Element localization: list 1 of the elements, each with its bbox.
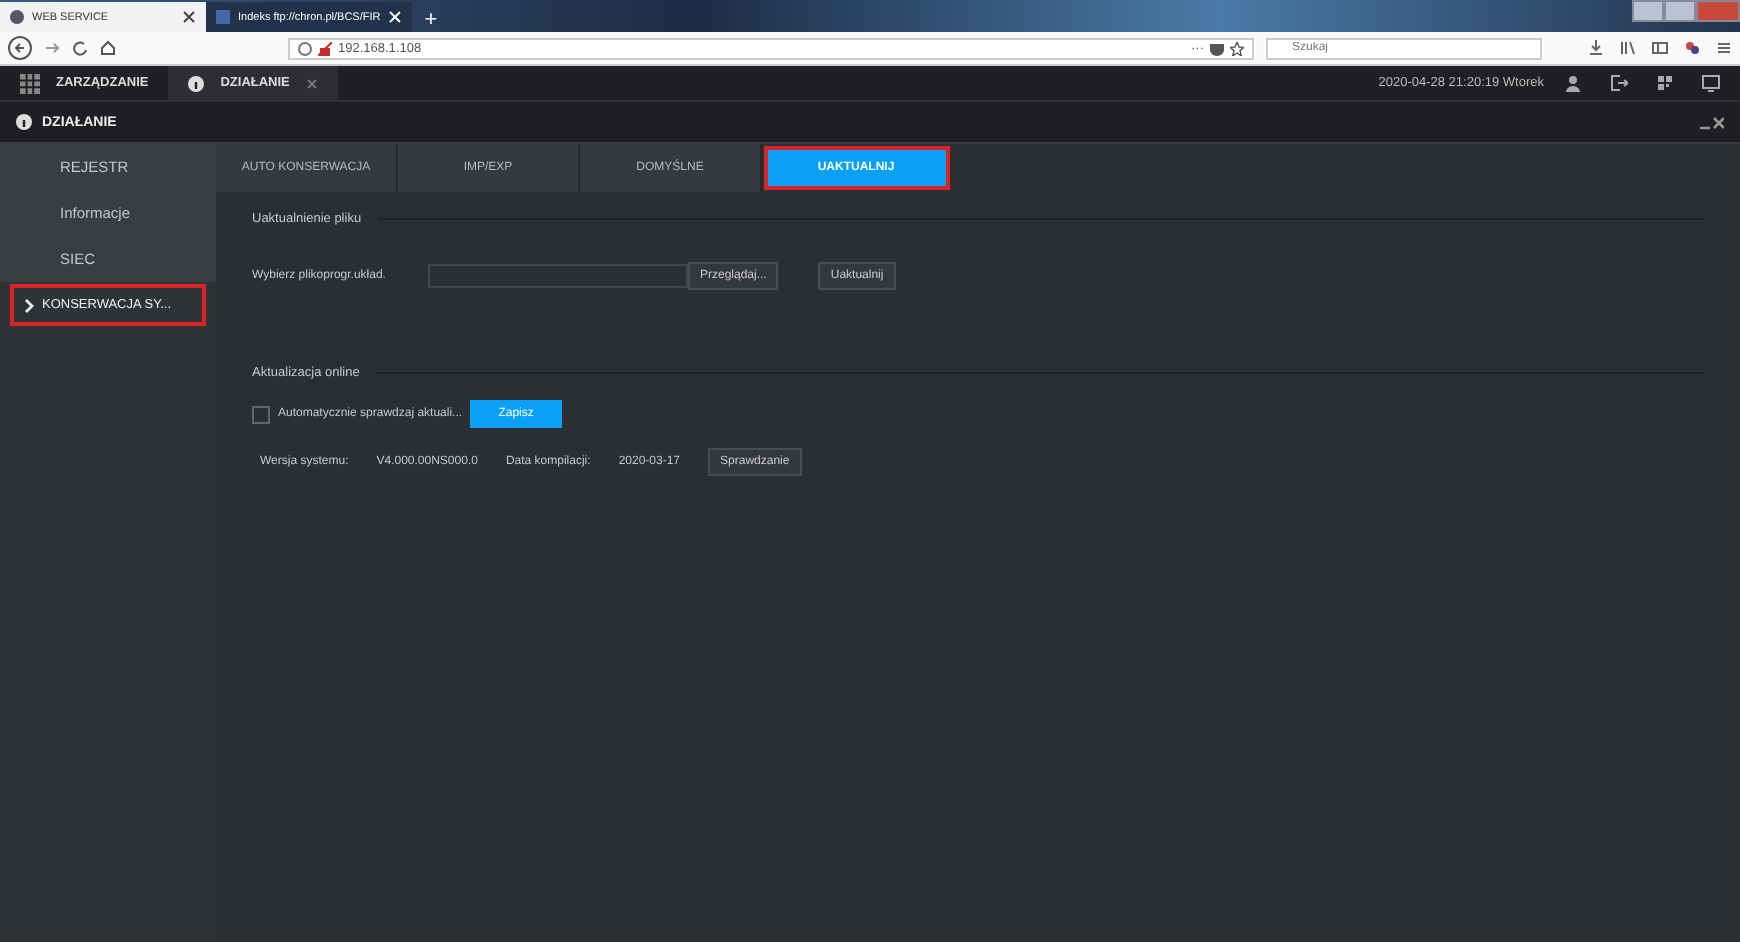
new-tab-button[interactable]: + [412,8,450,32]
